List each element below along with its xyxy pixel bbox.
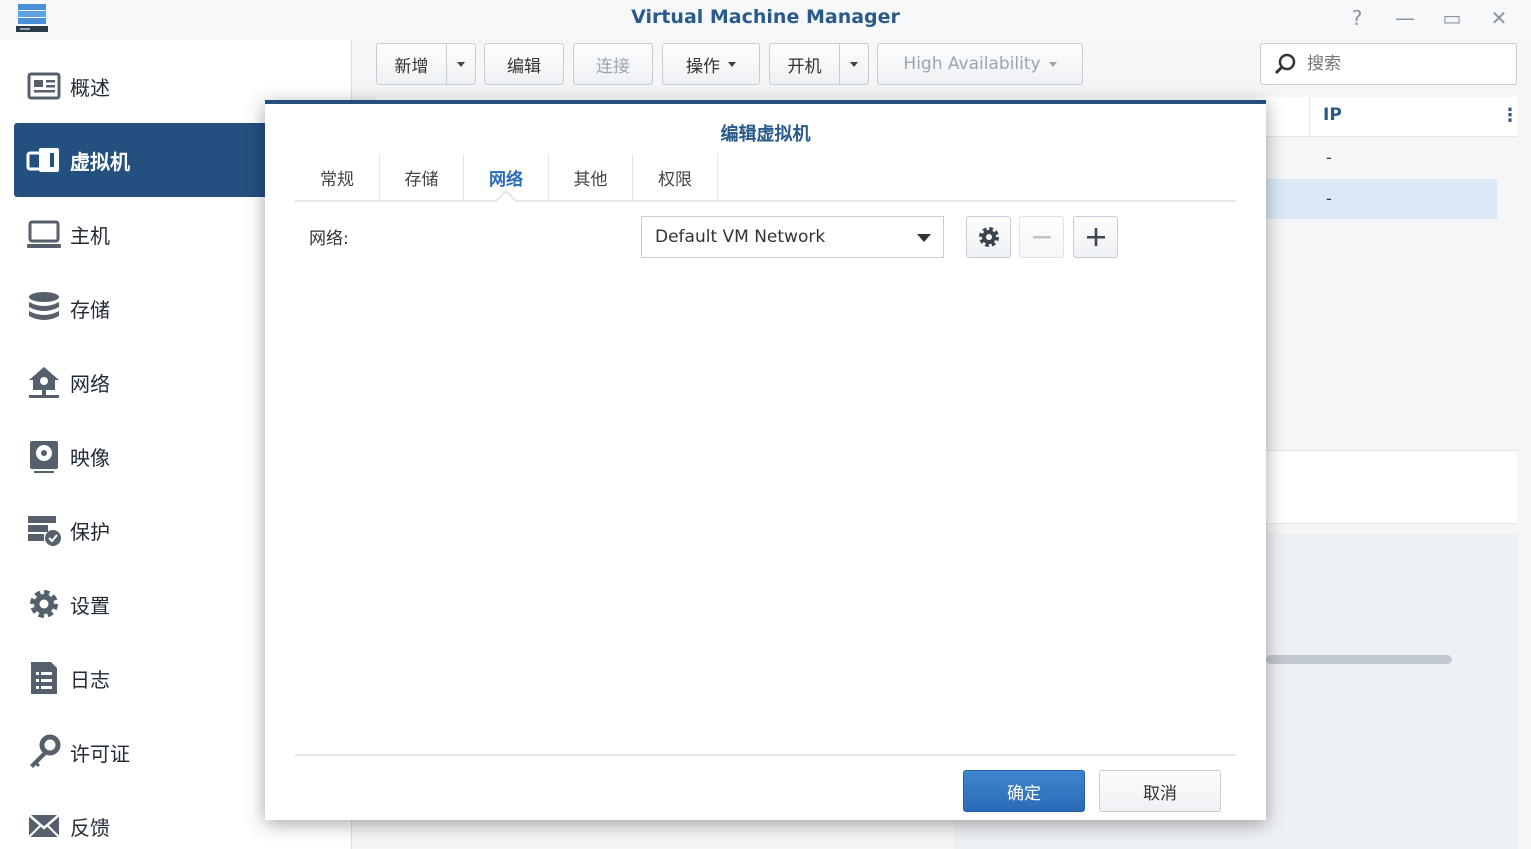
tab-network[interactable]: 网络 [464, 154, 549, 213]
sidebar-item-label: 许可证 [70, 741, 130, 766]
edit-button[interactable]: 编辑 [484, 43, 564, 85]
dialog-title: 编辑虚拟机 [720, 124, 811, 145]
tab-general[interactable]: 常规 [295, 154, 380, 200]
overview-icon [27, 72, 61, 100]
tab-permissions[interactable]: 权限 [633, 154, 718, 200]
sidebar-item-label: 网络 [70, 371, 110, 396]
gear-icon [978, 227, 999, 247]
horizontal-scrollbar[interactable] [1266, 655, 1452, 664]
license-icon [30, 734, 61, 768]
high-availability-label: High Availability [903, 54, 1041, 74]
search-box[interactable] [1260, 43, 1517, 85]
chevron-down-icon [917, 234, 931, 242]
feedback-icon [28, 814, 60, 838]
network-select[interactable]: Default VM Network [641, 216, 944, 258]
sidebar-item-label: 概述 [70, 75, 110, 100]
host-icon [27, 220, 61, 248]
edit-vm-dialog: 编辑虚拟机 常规 存储 网络 其他 权限 网络: Default VM Netw… [265, 100, 1266, 820]
chevron-down-icon [1048, 61, 1057, 67]
tab-other[interactable]: 其他 [549, 154, 633, 200]
high-availability-button[interactable]: High Availability [877, 43, 1083, 85]
minus-icon [1032, 236, 1051, 239]
search-input[interactable] [1307, 54, 1507, 74]
network-settings-button[interactable] [966, 216, 1011, 258]
dialog-tabs: 常规 存储 网络 其他 权限 [295, 154, 1236, 213]
column-menu-icon[interactable]: ⋮ [1501, 105, 1519, 126]
image-icon [30, 441, 58, 473]
power-on-button[interactable]: 开机 [769, 43, 840, 85]
tab-network-label: 网络 [489, 169, 523, 190]
active-tab-indicator [494, 189, 518, 213]
tab-storage[interactable]: 存储 [380, 154, 464, 200]
connect-button[interactable]: 连接 [573, 43, 653, 85]
power-on-dropdown-button[interactable] [839, 43, 869, 85]
settings-icon [30, 590, 58, 618]
storage-icon [29, 292, 59, 320]
protection-icon [28, 516, 61, 546]
action-button[interactable]: 操作 [662, 43, 760, 85]
ip-cell: - [1326, 189, 1332, 208]
sidebar-item-label: 保护 [70, 519, 110, 544]
maximize-icon[interactable]: ▭ [1435, 4, 1469, 32]
sidebar-item-label: 设置 [70, 593, 110, 618]
chevron-down-icon [850, 61, 858, 67]
sidebar-item-label: 存储 [70, 297, 110, 322]
search-icon [1274, 53, 1296, 75]
column-divider [1309, 97, 1310, 137]
ok-button[interactable]: 确定 [963, 770, 1085, 812]
chevron-down-icon [728, 61, 736, 67]
ip-cell: - [1326, 148, 1332, 167]
close-icon[interactable]: ✕ [1482, 4, 1516, 32]
network-select-value: Default VM Network [655, 227, 826, 247]
sidebar-item-label: 主机 [70, 223, 110, 248]
footer-divider [295, 754, 1236, 756]
minimize-icon[interactable]: — [1388, 4, 1422, 32]
title-bar: Virtual Machine Manager ? — ▭ ✕ [0, 0, 1531, 40]
log-icon [31, 662, 57, 694]
network-field-label: 网络: [309, 229, 349, 249]
sidebar-item-label: 虚拟机 [70, 149, 130, 174]
plus-icon [1086, 228, 1105, 246]
network-icon [29, 367, 59, 398]
sidebar-item-label: 反馈 [70, 815, 110, 840]
new-dropdown-button[interactable] [446, 43, 476, 85]
ip-column-header[interactable]: IP [1323, 105, 1342, 125]
action-button-label: 操作 [686, 56, 720, 77]
cancel-button[interactable]: 取消 [1099, 770, 1221, 812]
app-title: Virtual Machine Manager [631, 6, 900, 28]
new-button[interactable]: 新增 [376, 43, 447, 85]
chevron-down-icon [457, 61, 465, 67]
sidebar-item-label: 映像 [70, 445, 110, 470]
help-icon[interactable]: ? [1340, 4, 1374, 32]
sidebar-item-label: 日志 [70, 667, 110, 692]
add-network-button[interactable] [1073, 216, 1118, 258]
virtual-machine-icon [26, 148, 59, 172]
remove-network-button[interactable] [1019, 216, 1064, 258]
